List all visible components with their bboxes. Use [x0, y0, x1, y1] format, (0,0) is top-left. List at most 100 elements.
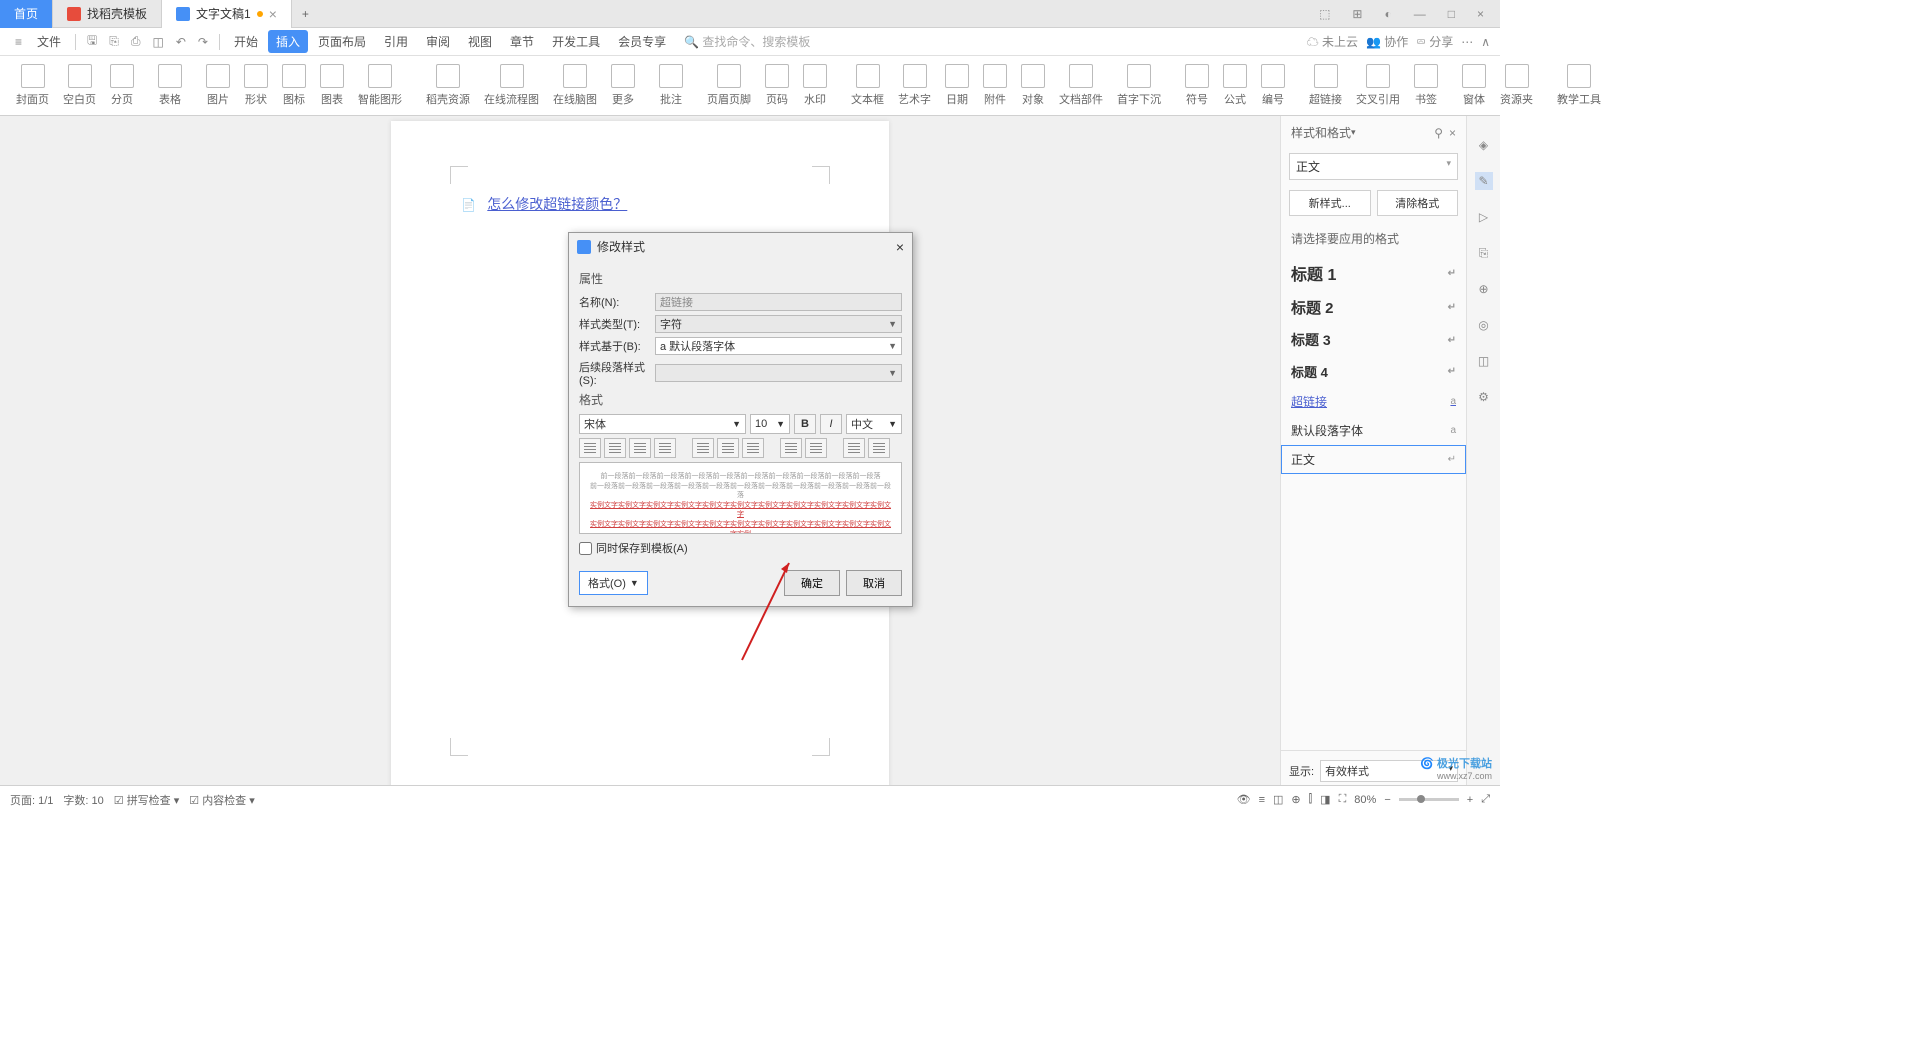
menu-reference[interactable]: 引用: [376, 30, 416, 53]
status-spellcheck[interactable]: ☑ 拼写检查 ▾: [114, 792, 180, 808]
current-style[interactable]: 正文▾: [1289, 153, 1458, 180]
ribbon-cover[interactable]: 封面页: [10, 62, 55, 109]
tab-home[interactable]: 首页: [0, 0, 53, 28]
expand-icon[interactable]: ⤢: [1481, 793, 1490, 806]
ribbon-textbox[interactable]: 文本框: [845, 62, 890, 109]
menu-chapter[interactable]: 章节: [502, 30, 542, 53]
redo-icon[interactable]: ↷: [193, 32, 213, 52]
ribbon-hyperlink[interactable]: 超链接: [1303, 62, 1348, 109]
menu-layout[interactable]: 页面布局: [310, 30, 374, 53]
ribbon-docpart[interactable]: 文档部件: [1053, 62, 1109, 109]
indent-left-button[interactable]: [780, 438, 802, 458]
view-web-icon[interactable]: ◫: [1273, 793, 1283, 806]
style-heading1[interactable]: 标题 1↵: [1281, 255, 1466, 291]
ribbon-date[interactable]: 日期: [939, 62, 975, 109]
zoom-fit-icon[interactable]: ⛶: [1339, 793, 1347, 806]
format-dropdown[interactable]: 格式(O) ▼: [579, 571, 648, 595]
cancel-button[interactable]: 取消: [846, 570, 902, 596]
style-heading4[interactable]: 标题 4↵: [1281, 356, 1466, 387]
zoom-out-icon[interactable]: −: [1384, 794, 1390, 806]
status-page[interactable]: 页面: 1/1: [10, 792, 53, 808]
italic-button[interactable]: I: [820, 414, 842, 434]
ribbon-smartart[interactable]: 智能图形: [352, 62, 408, 109]
ribbon-teaching[interactable]: 教学工具: [1551, 62, 1607, 109]
view-draft-icon[interactable]: ◨: [1320, 793, 1330, 806]
minimize-icon[interactable]: —: [1408, 3, 1432, 25]
style-heading2[interactable]: 标题 2↵: [1281, 291, 1466, 324]
ribbon-attachment[interactable]: 附件: [977, 62, 1013, 109]
view-full-icon[interactable]: ⫿: [1309, 793, 1313, 806]
indent-right-button[interactable]: [805, 438, 827, 458]
ribbon-dropcap[interactable]: 首字下沉: [1111, 62, 1167, 109]
strip-location-icon[interactable]: ◎: [1475, 316, 1493, 334]
zoom-value[interactable]: 80%: [1354, 794, 1376, 806]
ribbon-mindmap[interactable]: 在线脑图: [547, 62, 603, 109]
strip-outline-icon[interactable]: ◈: [1475, 136, 1493, 154]
strip-attribute-icon[interactable]: ⊕: [1475, 280, 1493, 298]
preview-icon[interactable]: ◫: [147, 32, 168, 52]
menu-file[interactable]: 文件: [29, 30, 69, 53]
linespace-loose-button[interactable]: [742, 438, 764, 458]
close-icon[interactable]: ×: [1471, 3, 1490, 25]
hamburger-icon[interactable]: ≡: [10, 32, 27, 52]
align-left-button[interactable]: [579, 438, 601, 458]
ribbon-chart[interactable]: 图表: [314, 62, 350, 109]
ribbon-headerfooter[interactable]: 页眉页脚: [701, 62, 757, 109]
ribbon-resource[interactable]: 资源夹: [1494, 62, 1539, 109]
ribbon-equation[interactable]: 公式: [1217, 62, 1253, 109]
save-template-checkbox[interactable]: [579, 542, 592, 555]
ribbon-number[interactable]: 编号: [1255, 62, 1291, 109]
share-button[interactable]: ⮹ 分享: [1416, 33, 1453, 50]
type-select[interactable]: 字符▼: [655, 315, 902, 333]
ribbon-comment[interactable]: 批注: [653, 62, 689, 109]
new-style-button[interactable]: 新样式...: [1289, 190, 1371, 216]
menu-dev[interactable]: 开发工具: [544, 30, 608, 53]
apps-icon[interactable]: ⊞: [1346, 3, 1368, 25]
strip-clipboard-icon[interactable]: ⎘: [1475, 244, 1493, 262]
ribbon-table[interactable]: 表格: [152, 62, 188, 109]
collapse-icon[interactable]: ∧: [1481, 35, 1490, 49]
layout-icon[interactable]: ⬚: [1313, 3, 1336, 25]
strip-select-icon[interactable]: ▷: [1475, 208, 1493, 226]
style-hyperlink[interactable]: 超链接a: [1281, 387, 1466, 416]
clear-format-button[interactable]: 清除格式: [1377, 190, 1459, 216]
view-read-icon[interactable]: 👁: [1237, 793, 1251, 806]
menu-review[interactable]: 审阅: [418, 30, 458, 53]
document-hyperlink[interactable]: 怎么修改超链接颜色？: [487, 196, 627, 212]
ribbon-wordart[interactable]: 艺术字: [892, 62, 937, 109]
align-justify-button[interactable]: [654, 438, 676, 458]
cloud-status[interactable]: ☁ 未上云: [1307, 33, 1358, 50]
zoom-slider[interactable]: [1417, 795, 1425, 803]
undo-icon[interactable]: ↶: [171, 32, 191, 52]
style-body[interactable]: 正文↵: [1281, 445, 1466, 474]
ribbon-pagenum[interactable]: 页码: [759, 62, 795, 109]
outdent-button[interactable]: [843, 438, 865, 458]
align-right-button[interactable]: [629, 438, 651, 458]
ribbon-pagebreak[interactable]: 分页: [104, 62, 140, 109]
style-default-font[interactable]: 默认段落字体a: [1281, 416, 1466, 445]
zoom-in-icon[interactable]: +: [1467, 794, 1473, 806]
indent-button[interactable]: [868, 438, 890, 458]
ribbon-picture[interactable]: 图片: [200, 62, 236, 109]
menu-start[interactable]: 开始: [226, 30, 266, 53]
saveas-icon[interactable]: ⎘: [104, 31, 124, 52]
panel-close-icon[interactable]: ×: [1449, 126, 1456, 140]
strip-backup-icon[interactable]: ◫: [1475, 352, 1493, 370]
ribbon-symbol[interactable]: 符号: [1179, 62, 1215, 109]
ribbon-flowchart[interactable]: 在线流程图: [478, 62, 545, 109]
linespace-normal-button[interactable]: [717, 438, 739, 458]
search-box[interactable]: 🔍 查找命令、搜索模板: [676, 30, 818, 53]
ribbon-crossref[interactable]: 交叉引用: [1350, 62, 1406, 109]
menu-insert[interactable]: 插入: [268, 30, 308, 53]
ribbon-more[interactable]: 更多: [605, 62, 641, 109]
tab-add[interactable]: +: [292, 7, 319, 21]
font-combo[interactable]: 宋体▼: [579, 414, 746, 434]
align-center-button[interactable]: [604, 438, 626, 458]
menu-member[interactable]: 会员专享: [610, 30, 674, 53]
bold-button[interactable]: B: [794, 414, 816, 434]
more-icon[interactable]: ⋯: [1461, 35, 1473, 49]
menu-view[interactable]: 视图: [460, 30, 500, 53]
view-outline-icon[interactable]: ⊕: [1291, 793, 1300, 806]
ribbon-watermark[interactable]: 水印: [797, 62, 833, 109]
avatar-icon[interactable]: ◐: [1378, 3, 1397, 25]
